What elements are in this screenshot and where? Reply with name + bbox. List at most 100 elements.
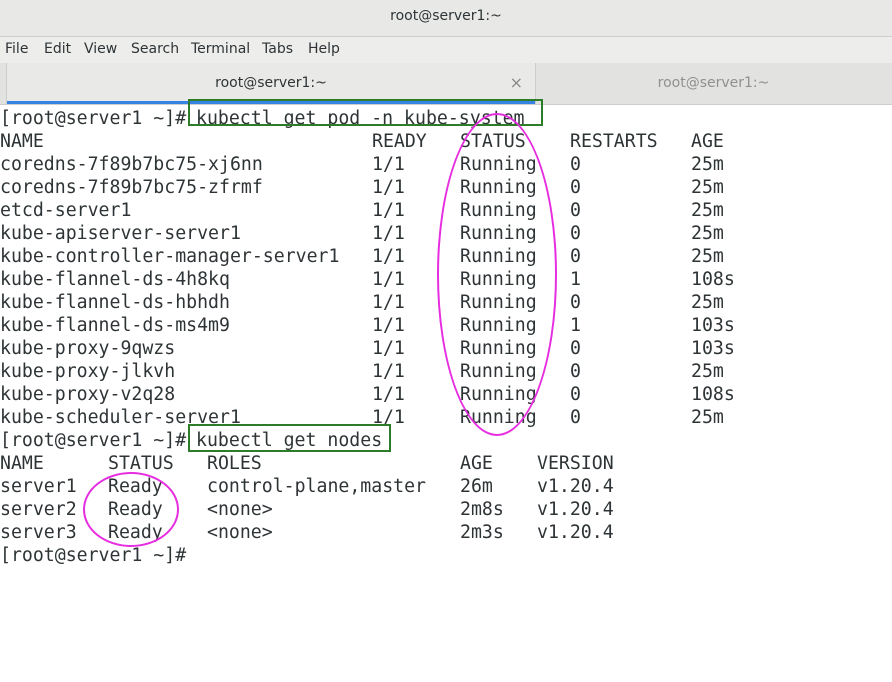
table-row: etcd-server1 1/1 Running 0 25m <box>0 199 724 222</box>
node-age: 2m3s <box>460 522 504 543</box>
pod-name: kube-flannel-ds-ms4m9 <box>0 315 230 336</box>
node-age: 26m <box>460 476 493 497</box>
pod-restarts: 0 <box>570 200 581 221</box>
pod-age: 108s <box>691 384 735 405</box>
pod-name: kube-proxy-v2q28 <box>0 384 176 405</box>
header-status: STATUS <box>108 453 174 474</box>
pod-restarts: 0 <box>570 292 581 313</box>
header-ready: READY <box>372 131 427 152</box>
header-version: VERSION <box>537 453 614 474</box>
pod-restarts: 0 <box>570 338 581 359</box>
pod-ready: 1/1 <box>372 223 405 244</box>
command-line: [root@server1 ~]# kubectl get nodes <box>0 429 382 452</box>
table-row: kube-proxy-v2q28 1/1 Running 0 108s <box>0 383 735 406</box>
pod-ready: 1/1 <box>372 361 405 382</box>
header-name: NAME <box>0 453 44 474</box>
table-row: kube-apiserver-server1 1/1 Running 0 25m <box>0 222 724 245</box>
pod-ready: 1/1 <box>372 384 405 405</box>
table-row: kube-proxy-jlkvh 1/1 Running 0 25m <box>0 360 724 383</box>
command-line: [root@server1 ~]# <box>0 544 186 567</box>
pod-ready: 1/1 <box>372 154 405 175</box>
header-restarts: RESTARTS <box>570 131 658 152</box>
node-roles: <none> <box>207 522 273 543</box>
pod-age: 25m <box>691 246 724 267</box>
pod-name: etcd-server1 <box>0 200 132 221</box>
table-row: kube-proxy-9qwzs 1/1 Running 0 103s <box>0 337 735 360</box>
pod-name: coredns-7f89b7bc75-xj6nn <box>0 154 263 175</box>
pod-restarts: 1 <box>570 269 581 290</box>
tab-inactive[interactable]: root@server1:~ <box>535 63 892 104</box>
table-row: kube-flannel-ds-4h8kq 1/1 Running 1 108s <box>0 268 735 291</box>
node-version: v1.20.4 <box>537 476 614 497</box>
highlight-box <box>188 424 391 452</box>
menu-view[interactable]: View <box>84 41 117 57</box>
header-age: AGE <box>460 453 493 474</box>
pod-restarts: 0 <box>570 407 581 428</box>
header-roles: ROLES <box>207 453 262 474</box>
menu-tabs[interactable]: Tabs <box>262 41 293 57</box>
table-row: kube-controller-manager-server1 1/1 Runn… <box>0 245 724 268</box>
table-row: kube-scheduler-server1 1/1 Running 0 25m <box>0 406 724 429</box>
pod-ready: 1/1 <box>372 177 405 198</box>
pod-restarts: 0 <box>570 384 581 405</box>
menu-terminal[interactable]: Terminal <box>191 41 250 57</box>
shell-prompt: [root@server1 ~]# <box>0 545 187 566</box>
table-row: server1 Ready control-plane,master 26m v… <box>0 475 614 498</box>
highlight-ellipse <box>437 113 557 436</box>
table-header: NAME READY STATUS RESTARTS AGE <box>0 130 724 153</box>
table-row: coredns-7f89b7bc75-xj6nn 1/1 Running 0 2… <box>0 153 724 176</box>
pod-name: kube-proxy-9qwzs <box>0 338 176 359</box>
pod-age: 103s <box>691 338 735 359</box>
pod-restarts: 0 <box>570 154 581 175</box>
pod-age: 25m <box>691 223 724 244</box>
pod-ready: 1/1 <box>372 315 405 336</box>
pod-ready: 1/1 <box>372 338 405 359</box>
pod-age: 25m <box>691 292 724 313</box>
window-title: root@server1:~ <box>390 8 502 24</box>
pod-restarts: 0 <box>570 177 581 198</box>
pod-restarts: 1 <box>570 315 581 336</box>
node-roles: control-plane,master <box>207 476 426 497</box>
node-name: server2 <box>0 499 77 520</box>
table-row: kube-flannel-ds-hbhdh 1/1 Running 0 25m <box>0 291 724 314</box>
pod-age: 25m <box>691 361 724 382</box>
node-name: server1 <box>0 476 77 497</box>
tab-label: root@server1:~ <box>657 75 770 91</box>
node-age: 2m8s <box>460 499 504 520</box>
header-age: AGE <box>691 131 724 152</box>
node-roles: <none> <box>207 499 273 520</box>
pod-age: 108s <box>691 269 735 290</box>
table-row: coredns-7f89b7bc75-zfrmf 1/1 Running 0 2… <box>0 176 724 199</box>
table-row: server2 Ready <none> 2m8s v1.20.4 <box>0 498 614 521</box>
window-titlebar[interactable]: root@server1:~ <box>0 0 892 37</box>
menu-search[interactable]: Search <box>131 41 179 57</box>
pod-ready: 1/1 <box>372 269 405 290</box>
close-icon[interactable]: × <box>510 73 523 92</box>
pod-age: 103s <box>691 315 735 336</box>
pod-name: kube-flannel-ds-4h8kq <box>0 269 230 290</box>
command-line: [root@server1 ~]# kubectl get pod -n kub… <box>0 107 525 130</box>
header-name: NAME <box>0 131 44 152</box>
table-row: kube-flannel-ds-ms4m9 1/1 Running 1 103s <box>0 314 735 337</box>
terminal-output[interactable]: [root@server1 ~]# kubectl get pod -n kub… <box>0 99 892 602</box>
shell-prompt: [root@server1 ~]# <box>0 430 187 451</box>
menu-bar: File Edit View Search Terminal Tabs Help <box>0 37 892 63</box>
pod-name: kube-proxy-jlkvh <box>0 361 176 382</box>
pod-name: kube-controller-manager-server1 <box>0 246 340 267</box>
pod-ready: 1/1 <box>372 200 405 221</box>
menu-help[interactable]: Help <box>308 41 340 57</box>
pod-age: 25m <box>691 200 724 221</box>
table-row: server3 Ready <none> 2m3s v1.20.4 <box>0 521 614 544</box>
pod-ready: 1/1 <box>372 246 405 267</box>
pod-ready: 1/1 <box>372 292 405 313</box>
pod-age: 25m <box>691 154 724 175</box>
pod-restarts: 0 <box>570 223 581 244</box>
tab-label: root@server1:~ <box>215 75 327 91</box>
pod-restarts: 0 <box>570 246 581 267</box>
menu-file[interactable]: File <box>5 41 28 57</box>
menu-edit[interactable]: Edit <box>44 41 71 57</box>
pod-age: 25m <box>691 177 724 198</box>
pod-name: kube-apiserver-server1 <box>0 223 241 244</box>
tab-active[interactable]: root@server1:~ × <box>6 63 536 104</box>
highlight-ellipse <box>83 472 179 547</box>
